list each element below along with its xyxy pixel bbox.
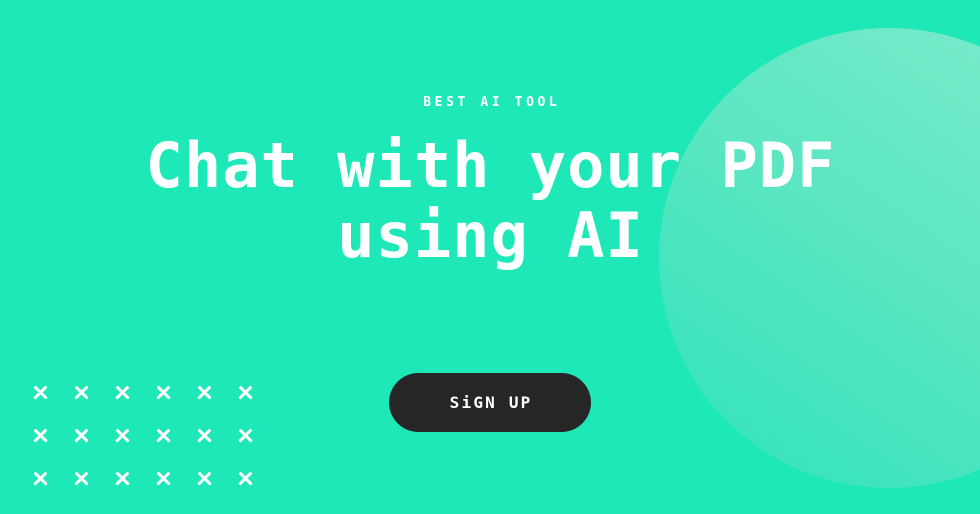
hero-section: BEST AI TOOL Chat with your PDF using AI…	[0, 0, 980, 514]
cta-container: SiGN UP	[389, 373, 591, 432]
headline-line-1: Chat with your PDF	[145, 129, 836, 202]
sign-up-button[interactable]: SiGN UP	[389, 373, 591, 432]
eyebrow-label: BEST AI TOOL	[423, 95, 561, 110]
headline-line-2: using AI	[337, 199, 644, 272]
hero-content: BEST AI TOOL Chat with your PDF using AI…	[0, 0, 980, 514]
page-title: Chat with your PDF using AI	[0, 131, 980, 271]
